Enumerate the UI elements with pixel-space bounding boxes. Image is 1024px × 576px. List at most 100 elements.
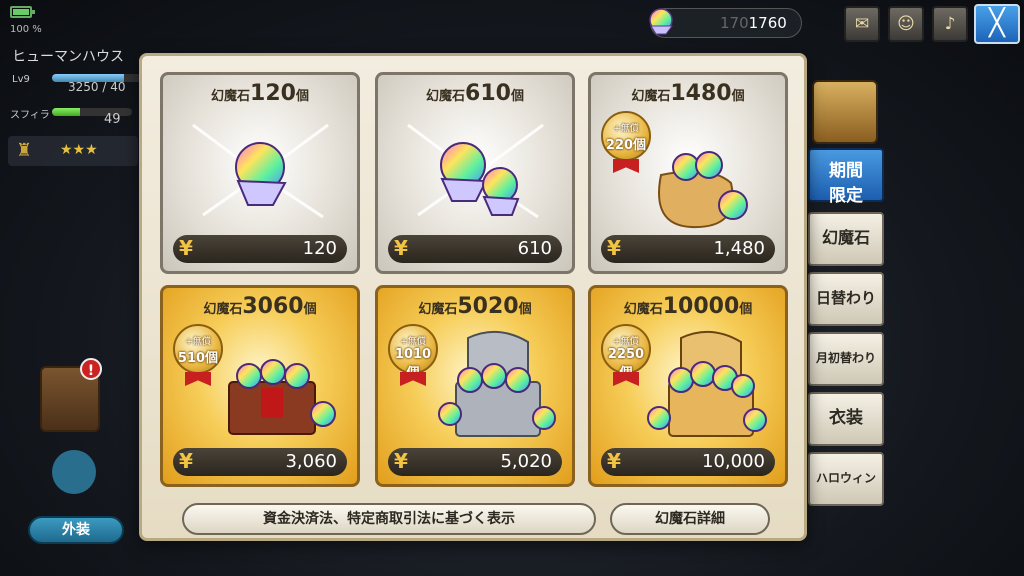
gem-pair-icon [407, 123, 544, 219]
pack-unit: 個 [739, 302, 753, 317]
tab-monthly-label: 月初替わり [815, 351, 876, 365]
gem-icon [649, 8, 673, 35]
pack-title: 幻魔石10000個 [591, 294, 785, 319]
pack-title: 幻魔石610個 [378, 81, 572, 106]
pack-price: 1,480 [713, 238, 765, 259]
pack-amount: 3060 [242, 294, 304, 319]
birdcage-icon: ♜ [16, 140, 33, 161]
bonus-value: 220個 [605, 138, 647, 153]
friends-button[interactable]: ☺ [888, 6, 924, 42]
gem-pack-card-5020[interactable]: 幻魔石5020個 +無償1010個 ¥5,020 [375, 285, 575, 487]
bonus-badge: +無償2250個 [601, 324, 651, 381]
tab-limited-line2: 限定 [829, 186, 863, 206]
battery-icon [10, 6, 35, 18]
sphira-fill [52, 108, 80, 116]
pack-amount: 120 [250, 81, 296, 106]
pack-amount: 10000 [662, 294, 740, 319]
level-label: Lv9 [12, 74, 30, 85]
tab-halloween[interactable]: ハロウィン [808, 452, 884, 506]
costume-button[interactable]: 外装 [28, 516, 124, 544]
price-bar: ¥10,000 [601, 448, 775, 476]
bonus-label: +無償 [400, 337, 426, 347]
tab-halloween-label: ハロウィン [815, 471, 876, 485]
legal-notice-button[interactable]: 資金決済法、特定商取引法に基づく表示 [182, 503, 596, 535]
yen-icon: ¥ [179, 449, 193, 473]
mail-icon: ✉ [854, 14, 870, 34]
mail-button[interactable]: ✉ [844, 6, 880, 42]
bonus-badge: +無償1010個 [388, 324, 438, 381]
gem-pack-card-610[interactable]: 幻魔石610個 ¥610 [375, 72, 575, 274]
pack-price: 10,000 [702, 451, 765, 472]
gem-pack-card-1480[interactable]: 幻魔石1480個 +無償 220個 ¥1,480 [588, 72, 788, 274]
gem-shop-dialog: 幻魔石120個 ¥120 幻魔石610個 ¥610 幻魔石1480個 +無償 2… [139, 53, 807, 541]
pack-amount: 5020 [457, 294, 519, 319]
pack-prefix: 幻魔石 [623, 302, 663, 317]
alert-icon: ! [80, 358, 102, 380]
tab-gem-label: 幻魔石 [821, 228, 870, 247]
bonus-label: +無償 [613, 124, 639, 134]
pack-unit: 個 [518, 302, 532, 317]
gem-currency-amount: 1760 [748, 14, 787, 32]
pack-unit: 個 [731, 89, 745, 104]
tab-costume-label: 衣装 [829, 408, 863, 428]
gem-single-icon [192, 123, 329, 219]
pack-title: 幻魔石120個 [163, 81, 357, 106]
pack-unit: 個 [510, 89, 524, 104]
announce-button[interactable]: ♪ [932, 6, 968, 42]
battery-fill [13, 9, 29, 15]
tab-monthly[interactable]: 月初替わり [808, 332, 884, 386]
pack-title: 幻魔石3060個 [163, 294, 357, 319]
gem-currency-value: 1701760 [720, 14, 787, 32]
price-bar: ¥610 [388, 235, 562, 263]
pack-title: 幻魔石1480個 [591, 81, 785, 106]
rank-stars: ★★★ [60, 142, 98, 158]
close-button[interactable]: ╳ [974, 4, 1020, 44]
gem-pack-card-120[interactable]: 幻魔石120個 ¥120 [160, 72, 360, 274]
pack-price: 610 [517, 238, 552, 259]
pack-price: 3,060 [285, 451, 337, 472]
player-name: ヒューマンハウス [12, 49, 124, 65]
gem-details-button[interactable]: 幻魔石詳細 [610, 503, 770, 535]
pack-prefix: 幻魔石 [631, 89, 671, 104]
bonus-label: +無償 [613, 337, 639, 347]
sphira-value: 49 [104, 112, 121, 127]
price-bar: ¥5,020 [388, 448, 562, 476]
gem-pack-card-3060[interactable]: 幻魔石3060個 +無償 510個 ¥3,060 [160, 285, 360, 487]
friends-icon: ☺ [897, 14, 915, 34]
battery-text: 100 % [10, 24, 42, 35]
tab-daily[interactable]: 日替わり [808, 272, 884, 326]
tab-gem[interactable]: 幻魔石 [808, 212, 884, 266]
pack-unit: 個 [303, 302, 317, 317]
tab-costume[interactable]: 衣装 [808, 392, 884, 446]
pack-price: 120 [302, 238, 337, 259]
yen-icon: ¥ [394, 236, 408, 260]
price-bar: ¥120 [173, 235, 347, 263]
tab-daily-label: 日替わり [815, 289, 876, 307]
pack-amount: 610 [465, 81, 511, 106]
yen-icon: ¥ [179, 236, 193, 260]
yen-icon: ¥ [607, 236, 621, 260]
exp-text: 3250 / 40 [68, 80, 126, 94]
gem-pack-card-10000[interactable]: 幻魔石10000個 +無償2250個 ¥10,000 [588, 285, 788, 487]
bonus-value: 510個 [177, 351, 219, 366]
pack-prefix: 幻魔石 [426, 89, 466, 104]
pack-unit: 個 [295, 89, 309, 104]
price-bar: ¥3,060 [173, 448, 347, 476]
shop-icon[interactable] [812, 80, 878, 144]
bonus-badge: +無償 220個 [601, 111, 651, 161]
yen-icon: ¥ [394, 449, 408, 473]
horn-icon: ♪ [944, 14, 956, 34]
costume-head-icon [52, 450, 96, 494]
yen-icon: ¥ [607, 449, 621, 473]
pack-prefix: 幻魔石 [211, 89, 251, 104]
costume-character-icon[interactable] [30, 450, 120, 510]
pack-prefix: 幻魔石 [203, 302, 243, 317]
sphira-label: スフィラ [10, 110, 50, 121]
bonus-badge: +無償 510個 [173, 324, 223, 374]
price-bar: ¥1,480 [601, 235, 775, 263]
tab-limited-line1: 期間 [829, 161, 863, 181]
pack-amount: 1480 [670, 81, 732, 106]
tab-limited[interactable]: 期間 限定 [808, 148, 884, 206]
pack-prefix: 幻魔石 [418, 302, 458, 317]
bonus-label: +無償 [185, 337, 211, 347]
